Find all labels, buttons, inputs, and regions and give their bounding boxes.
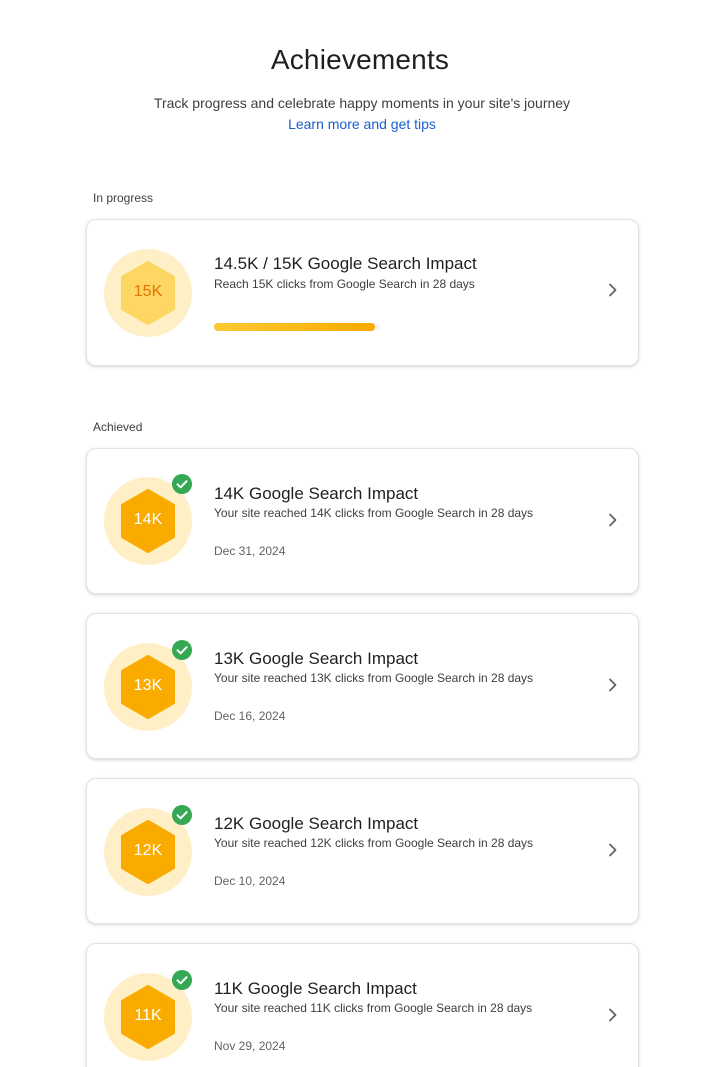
- achieved-achievement-card[interactable]: 13K 13K Google Search Impact Your site r…: [86, 613, 639, 759]
- achievement-badge: 15K: [104, 249, 192, 337]
- badge-label: 15K: [133, 283, 163, 300]
- achieved-achievement-card[interactable]: 12K 12K Google Search Impact Your site r…: [86, 778, 639, 924]
- chevron-right-icon: [609, 843, 617, 857]
- badge-label: 11K: [134, 1007, 162, 1024]
- achievement-title: 14K Google Search Impact: [214, 484, 419, 503]
- check-circle-icon: [172, 970, 192, 990]
- achievement-date: Nov 29, 2024: [214, 1039, 286, 1053]
- progress-bar: [214, 323, 380, 331]
- page-subtitle: Track progress and celebrate happy momen…: [153, 95, 571, 111]
- achieved-achievement-card[interactable]: 11K 11K Google Search Impact Your site r…: [86, 943, 639, 1067]
- achievements-page: Achievements Track progress and celebrat…: [0, 0, 720, 1067]
- achieved-achievement-card[interactable]: 14K 14K Google Search Impact Your site r…: [86, 448, 639, 594]
- check-circle-icon: [172, 474, 192, 494]
- achievement-badge: 14K: [104, 474, 192, 565]
- chevron-right-icon: [609, 678, 617, 692]
- achievement-title: 12K Google Search Impact: [214, 814, 419, 833]
- achievement-description: Your site reached 11K clicks from Google…: [214, 1001, 533, 1015]
- achievement-date: Dec 16, 2024: [214, 709, 286, 723]
- in-progress-achievement-card[interactable]: 15K 14.5K / 15K Google Search Impact Rea…: [86, 219, 639, 366]
- achievement-badge: 11K: [104, 970, 192, 1061]
- achievement-description: Your site reached 14K clicks from Google…: [214, 506, 534, 520]
- badge-label: 12K: [133, 842, 163, 859]
- achievement-date: Dec 31, 2024: [214, 544, 286, 558]
- achievement-title: 13K Google Search Impact: [214, 649, 419, 668]
- achievement-title: 14.5K / 15K Google Search Impact: [214, 254, 477, 273]
- achievement-description: Your site reached 13K clicks from Google…: [214, 671, 534, 685]
- progress-bar-fill: [214, 323, 375, 331]
- learn-more-link[interactable]: Learn more and get tips: [0, 116, 720, 132]
- achievement-date: Dec 10, 2024: [214, 874, 286, 888]
- achievement-description: Your site reached 12K clicks from Google…: [214, 836, 534, 850]
- achieved-section-label: Achieved: [93, 420, 143, 434]
- check-circle-icon: [172, 640, 192, 660]
- page-title: Achievements: [270, 44, 450, 75]
- achievement-badge: 12K: [104, 805, 192, 896]
- chevron-right-icon: [609, 1008, 617, 1022]
- check-circle-icon: [172, 805, 192, 825]
- chevron-right-icon: [609, 283, 617, 297]
- badge-label: 13K: [133, 677, 163, 694]
- in-progress-section-label: In progress: [93, 191, 154, 205]
- achievement-title: 11K Google Search Impact: [214, 979, 417, 998]
- achievement-badge: 13K: [104, 640, 192, 731]
- badge-label: 14K: [133, 511, 163, 528]
- chevron-right-icon: [609, 513, 617, 527]
- achievement-description: Reach 15K clicks from Google Search in 2…: [214, 277, 475, 291]
